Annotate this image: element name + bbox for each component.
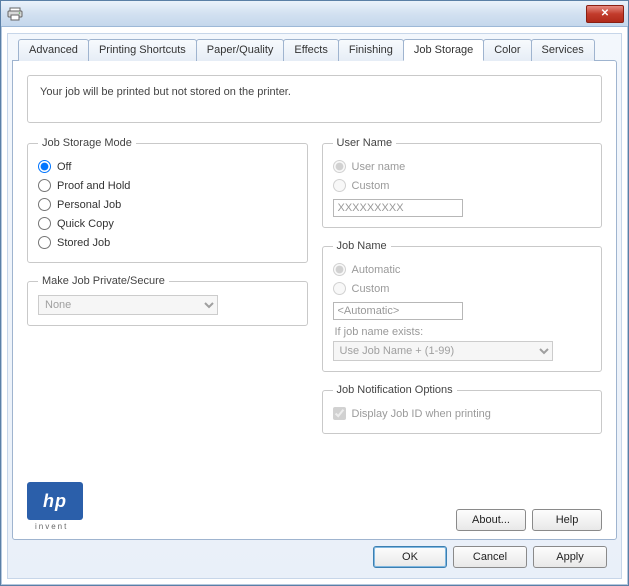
titlebar: ✕ [1,1,628,27]
tab-advanced[interactable]: Advanced [18,39,89,61]
radio-row-username-custom: Custom [333,176,592,195]
radio-stored-job-label: Stored Job [57,237,110,249]
legend-job-name: Job Name [333,240,391,252]
about-button[interactable]: About... [456,509,526,531]
checkbox-display-jobid-label: Display Job ID when printing [352,408,491,420]
radio-off[interactable] [38,160,51,173]
label-if-jobname-exists: If job name exists: [335,326,592,338]
legend-job-storage-mode: Job Storage Mode [38,137,136,149]
hp-logo-sub: invent [35,522,83,531]
hp-logo-block: hp invent [27,482,83,531]
radio-username-custom [333,179,346,192]
radio-row-jobname-custom: Custom [333,279,592,298]
tab-printing-shortcuts[interactable]: Printing Shortcuts [88,39,197,61]
radio-stored-job[interactable] [38,236,51,249]
radio-row-stored-job[interactable]: Stored Job [38,233,297,252]
legend-make-private: Make Job Private/Secure [38,275,169,287]
help-button[interactable]: Help [532,509,602,531]
group-job-storage-mode: Job Storage Mode Off Proof and Hold Pers… [27,137,308,263]
legend-user-name: User Name [333,137,397,149]
dialog-body: Advanced Printing Shortcuts Paper/Qualit… [7,33,622,579]
radio-row-quick-copy[interactable]: Quick Copy [38,214,297,233]
radio-off-label: Off [57,161,71,173]
tab-strip: Advanced Printing Shortcuts Paper/Qualit… [18,38,617,60]
radio-quick-copy-label: Quick Copy [57,218,114,230]
select-jobname-exists: Use Job Name + (1-99) [333,341,553,361]
radio-jobname-custom-label: Custom [352,283,390,295]
tab-color[interactable]: Color [483,39,531,61]
radio-username-auto-label: User name [352,161,406,173]
tab-job-storage[interactable]: Job Storage [403,39,484,61]
radio-username-custom-label: Custom [352,180,390,192]
close-button[interactable]: ✕ [586,5,624,23]
close-icon: ✕ [601,8,609,19]
hp-logo: hp [27,482,83,520]
group-user-name: User Name User name Custom [322,137,603,228]
radio-proof-hold[interactable] [38,179,51,192]
radio-row-personal-job[interactable]: Personal Job [38,195,297,214]
tab-paper-quality[interactable]: Paper/Quality [196,39,285,61]
radio-row-proof-hold[interactable]: Proof and Hold [38,176,297,195]
check-row-display-jobid: Display Job ID when printing [333,404,592,423]
tab-panel-job-storage: Your job will be printed but not stored … [12,60,617,540]
hp-logo-text: hp [43,491,67,512]
radio-row-off[interactable]: Off [38,157,297,176]
apply-button[interactable]: Apply [533,546,607,568]
radio-username-auto [333,160,346,173]
tab-finishing[interactable]: Finishing [338,39,404,61]
radio-proof-hold-label: Proof and Hold [57,180,130,192]
info-message: Your job will be printed but not stored … [27,75,602,123]
radio-quick-copy[interactable] [38,217,51,230]
input-username-custom [333,199,463,217]
radio-personal-job-label: Personal Job [57,199,121,211]
dialog-footer: OK Cancel Apply [12,540,617,572]
radio-jobname-auto [333,263,346,276]
radio-jobname-auto-label: Automatic [352,264,401,276]
checkbox-display-jobid [333,407,346,420]
tab-effects[interactable]: Effects [283,39,338,61]
info-message-text: Your job will be printed but not stored … [40,86,291,98]
input-jobname-custom [333,302,463,320]
legend-job-notification: Job Notification Options [333,384,457,396]
tab-services[interactable]: Services [531,39,595,61]
group-make-private: Make Job Private/Secure None [27,275,308,326]
group-job-notification: Job Notification Options Display Job ID … [322,384,603,434]
radio-row-username-auto: User name [333,157,592,176]
group-job-name: Job Name Automatic Custom If job name [322,240,603,372]
radio-jobname-custom [333,282,346,295]
print-properties-dialog: ✕ Advanced Printing Shortcuts Paper/Qual… [0,0,629,586]
radio-personal-job[interactable] [38,198,51,211]
select-make-private: None [38,295,218,315]
printer-icon [7,6,23,22]
ok-button[interactable]: OK [373,546,447,568]
cancel-button[interactable]: Cancel [453,546,527,568]
radio-row-jobname-auto: Automatic [333,260,592,279]
